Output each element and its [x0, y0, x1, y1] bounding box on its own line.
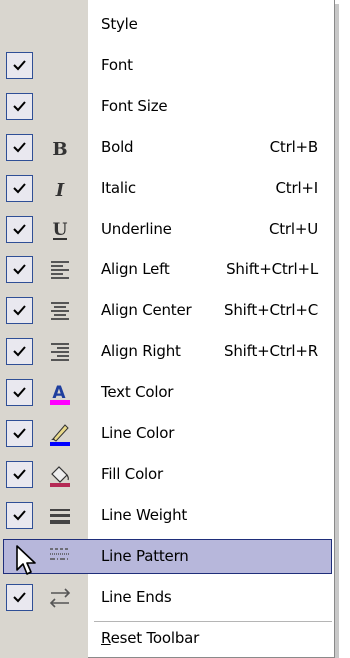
- menu-item-bold[interactable]: B Bold Ctrl+B: [0, 130, 334, 165]
- menu-item-shortcut: Shift+Ctrl+C: [224, 301, 318, 320]
- menu-item-label: Text Color: [101, 383, 174, 402]
- checkmark-icon[interactable]: [6, 256, 33, 284]
- underline-icon: U: [47, 217, 73, 243]
- menu-item-line-color[interactable]: Line Color: [0, 416, 334, 451]
- svg-text:U: U: [53, 220, 68, 240]
- menu-item-shortcut: Ctrl+B: [269, 137, 319, 156]
- menu-item-label: Underline: [101, 219, 172, 238]
- checkmark-icon[interactable]: [6, 338, 33, 366]
- menu-item-font-size[interactable]: Font Size: [0, 89, 334, 124]
- svg-text:B: B: [52, 139, 67, 160]
- text-color-icon: A: [47, 380, 73, 406]
- align-center-icon: [47, 298, 73, 324]
- menu-item-label: Align Left: [101, 260, 170, 279]
- menu-item-label: Line Weight: [101, 505, 188, 524]
- checkmark-icon[interactable]: [6, 92, 33, 120]
- checkmark-icon[interactable]: [6, 501, 33, 529]
- menu-item-style[interactable]: Style: [0, 7, 334, 42]
- menu-item-shortcut: Ctrl+I: [275, 178, 319, 197]
- menu-item-label: Italic: [101, 178, 136, 197]
- menu-item-align-center[interactable]: Align Center Shift+Ctrl+C: [0, 293, 334, 328]
- menu-item-label: Style: [101, 15, 138, 33]
- menu-item-font[interactable]: Font: [0, 48, 334, 83]
- menu-item-label: Bold: [101, 137, 134, 156]
- menu-item-label: Reset Toolbar: [101, 629, 200, 647]
- checkmark-icon[interactable]: [6, 174, 33, 202]
- svg-text:I: I: [55, 180, 65, 201]
- menu-item-label: Font: [101, 55, 133, 74]
- italic-icon: I: [47, 176, 73, 202]
- menu-item-align-right[interactable]: Align Right Shift+Ctrl+R: [0, 334, 334, 369]
- menu-item-shortcut: Shift+Ctrl+R: [224, 342, 318, 361]
- menu-item-label: Font Size: [101, 96, 168, 115]
- align-right-icon: [47, 339, 73, 365]
- fill-color-icon: [47, 462, 73, 488]
- menu-item-label: Line Ends: [101, 587, 172, 606]
- bold-icon: B: [47, 135, 73, 161]
- menu-item-line-pattern[interactable]: Line Pattern: [0, 538, 334, 574]
- toolbar-options-menu: Style Font Font Size B Bold Ctrl+B I Italic Ctrl…: [0, 0, 335, 658]
- menu-item-label: Line Pattern: [101, 546, 189, 565]
- menu-item-align-left[interactable]: Align Left Shift+Ctrl+L: [0, 252, 334, 287]
- menu-shadow: [335, 4, 339, 658]
- line-ends-icon: [47, 585, 73, 611]
- checkmark-icon[interactable]: [6, 379, 33, 407]
- checkmark-icon[interactable]: [6, 583, 33, 611]
- mouse-pointer-icon: [16, 545, 36, 575]
- checkmark-icon[interactable]: [6, 297, 33, 325]
- checkmark-icon[interactable]: [6, 460, 33, 488]
- menu-item-reset-toolbar[interactable]: Reset Toolbar: [0, 621, 334, 656]
- menu-item-label: Align Right: [101, 342, 181, 361]
- menu-item-label: Line Color: [101, 424, 175, 442]
- line-weight-icon: [47, 503, 73, 529]
- menu-item-italic[interactable]: I Italic Ctrl+I: [0, 171, 334, 206]
- menu-item-text-color[interactable]: A Text Color: [0, 375, 334, 410]
- menu-item-line-weight[interactable]: Line Weight: [0, 498, 334, 533]
- menu-item-line-ends[interactable]: Line Ends: [0, 580, 334, 615]
- align-left-icon: [47, 257, 73, 283]
- checkmark-icon[interactable]: [6, 215, 33, 243]
- menu-item-fill-color[interactable]: Fill Color: [0, 457, 334, 492]
- menu-item-label: Fill Color: [101, 464, 163, 483]
- menu-item-underline[interactable]: U Underline Ctrl+U: [0, 212, 334, 247]
- menu-item-shortcut: Ctrl+U: [268, 219, 318, 238]
- checkmark-icon[interactable]: [6, 133, 33, 161]
- checkmark-icon[interactable]: [6, 420, 33, 447]
- menu-item-label: Align Center: [101, 301, 192, 320]
- menu-item-shortcut: Shift+Ctrl+L: [226, 260, 318, 279]
- line-color-icon: [47, 421, 73, 447]
- checkmark-icon[interactable]: [6, 51, 33, 79]
- line-pattern-icon: [47, 544, 73, 570]
